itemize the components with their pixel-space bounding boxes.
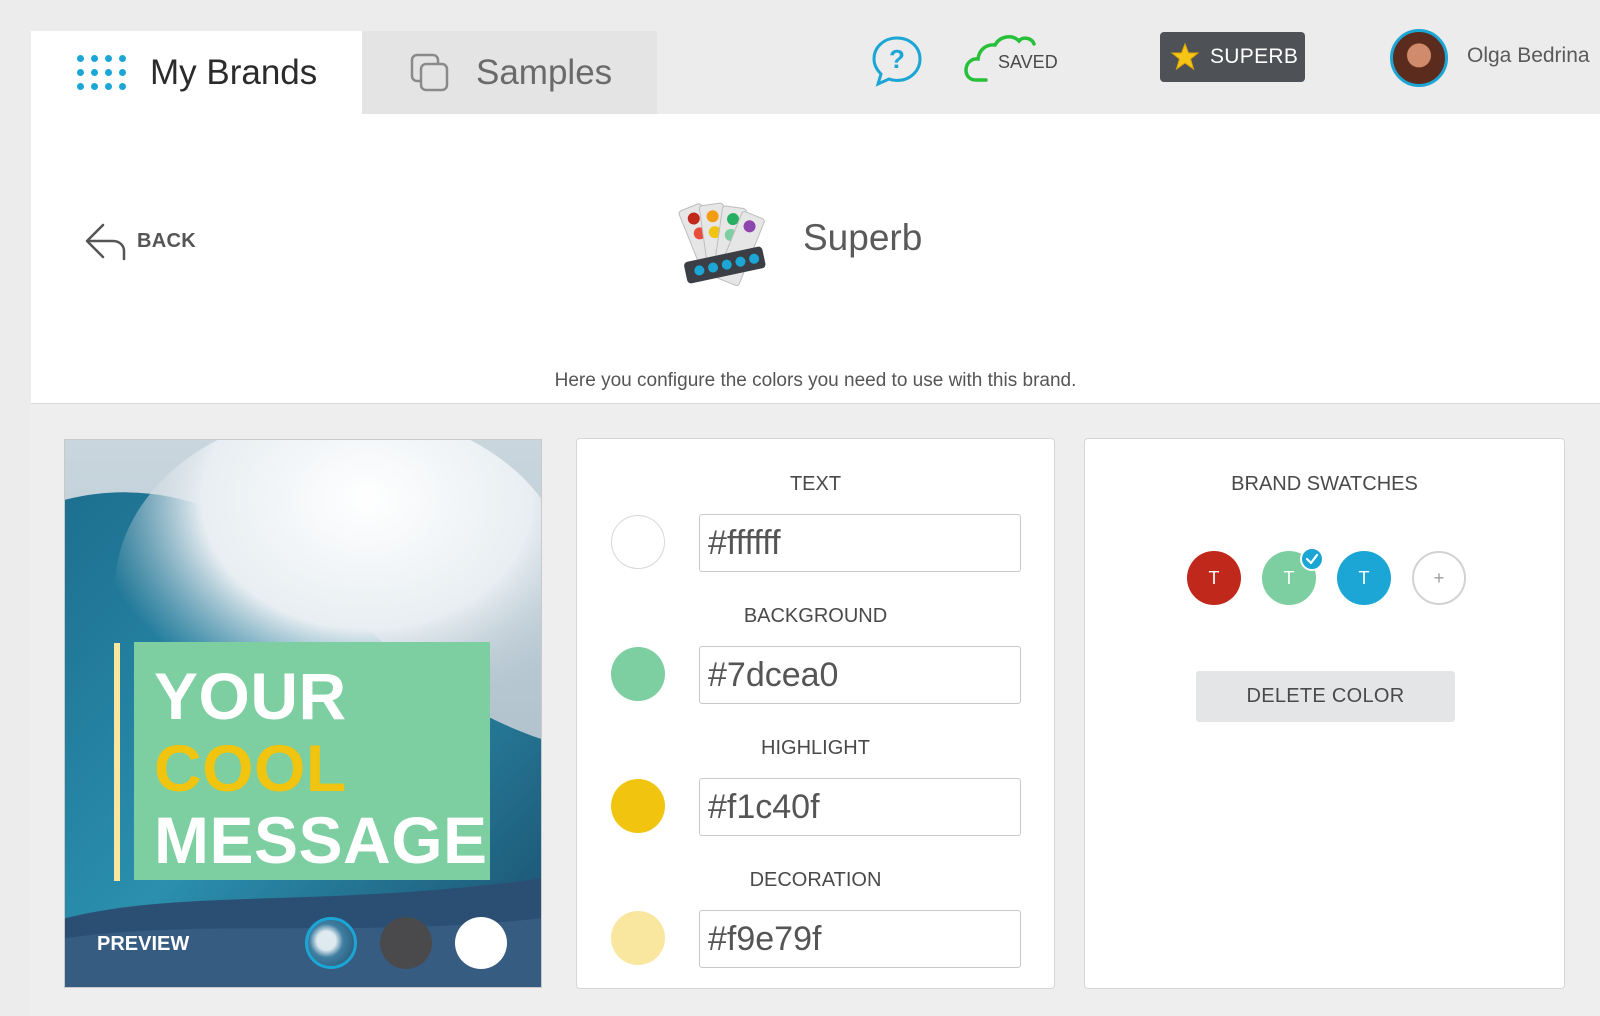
swatch-letter: T [1208,567,1220,588]
swatch-letter: T [1283,567,1295,588]
background-color-input[interactable] [699,646,1021,704]
back-arrow-icon [85,223,126,261]
avatar[interactable] [1390,29,1448,87]
preview-background-dark-option[interactable] [380,917,432,969]
text-color-input[interactable] [699,514,1021,572]
tab-my-brands[interactable]: My Brands [31,31,362,114]
swatch-green[interactable]: T [1262,547,1324,605]
message-box: YOUR COOL MESSAGE [134,642,490,880]
plan-badge[interactable]: SUPERB [1160,32,1305,82]
brand-name: Superb [803,217,923,258]
grid-dots-icon [77,55,126,90]
tab-samples[interactable]: Samples [362,31,657,114]
preview-card: YOUR COOL MESSAGE PREVIEW [64,439,542,988]
text-color-swatch[interactable] [611,515,665,569]
samples-icon [410,53,449,91]
highlight-color-label: HIGHLIGHT [761,737,870,759]
colors-panel: TEXT BACKGROUND HIGHLIGHT DECORATION [576,438,1055,989]
decoration-bar [114,643,120,881]
brand-description: Here you configure the colors you need t… [554,370,1077,391]
color-palette-icon [678,202,766,286]
background-color-swatch[interactable] [611,647,665,701]
question-bubble-icon[interactable]: ? [870,34,924,88]
background-color-label: BACKGROUND [743,605,888,627]
decoration-color-input[interactable] [699,910,1021,968]
preview-background-white-option[interactable] [455,917,507,969]
top-bar: My Brands Samples ? SAVED SUPERB Olga Be… [0,0,1600,114]
brand-swatches-title: BRAND SWATCHES [1231,473,1418,495]
back-label: BACK [137,229,196,252]
message-line-2: COOL [154,731,347,805]
swatch-letter: T [1358,567,1370,588]
message-line-3: MESSAGE [154,803,488,877]
plan-badge-label: SUPERB [1210,45,1299,68]
brand-header: BACK Superb Here you configure the color… [31,114,1600,404]
preview-background-image-option[interactable] [305,917,357,969]
swatch-red[interactable]: T [1187,551,1241,605]
star-icon [1170,42,1200,71]
tab-samples-label: Samples [476,52,613,92]
back-button[interactable]: BACK [83,219,196,263]
decoration-color-label: DECORATION [749,869,882,891]
decoration-color-swatch[interactable] [611,911,665,965]
swatch-blue[interactable]: T [1337,551,1391,605]
tab-my-brands-label: My Brands [150,52,318,92]
message-line-1: YOUR [154,659,347,733]
saved-label: SAVED [998,52,1058,72]
user-name[interactable]: Olga Bedrina [1467,44,1590,68]
preview-label: PREVIEW [97,933,190,955]
brand-swatches-panel: BRAND SWATCHES T T T + DELETE COLOR [1084,438,1565,989]
plus-icon: + [1433,567,1445,588]
checkmark-icon [1300,547,1324,571]
add-swatch-button[interactable]: + [1412,551,1466,605]
highlight-color-input[interactable] [699,778,1021,836]
svg-text:?: ? [889,44,905,74]
text-color-label: TEXT [789,473,842,495]
delete-color-button[interactable]: DELETE COLOR [1196,671,1455,722]
saved-status: SAVED [964,30,1074,84]
highlight-color-swatch[interactable] [611,779,665,833]
